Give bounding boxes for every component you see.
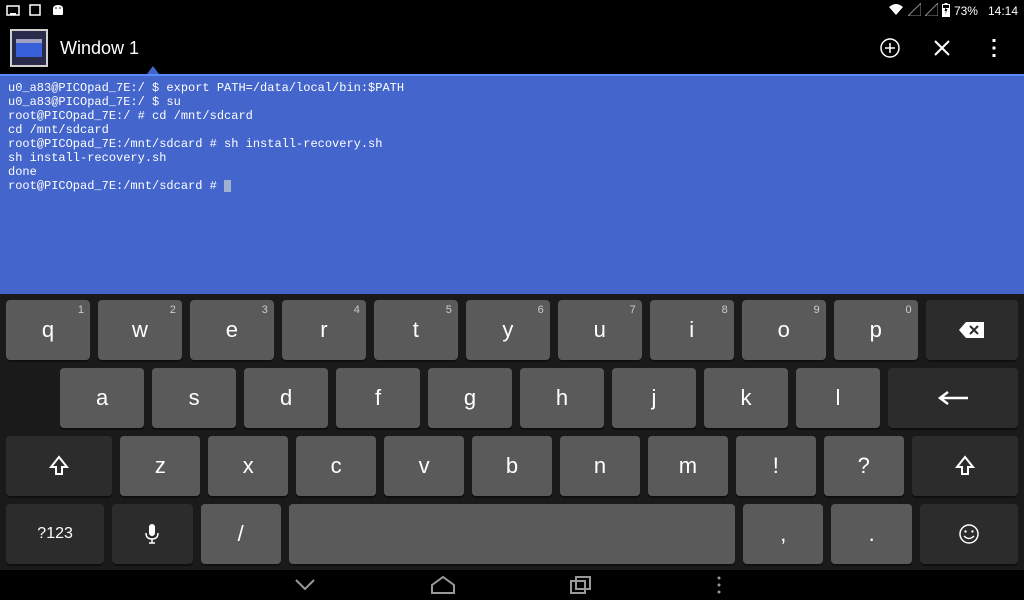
key-p[interactable]: p0 (834, 300, 918, 360)
key-n[interactable]: n (560, 436, 640, 496)
key-e[interactable]: e3 (190, 300, 274, 360)
key-q[interactable]: q1 (6, 300, 90, 360)
key-g[interactable]: g (428, 368, 512, 428)
notif-icon (6, 3, 20, 20)
notif-icon (28, 3, 42, 20)
key-r[interactable]: r4 (282, 300, 366, 360)
enter-key[interactable] (888, 368, 1018, 428)
key-s[interactable]: s (152, 368, 236, 428)
key-v[interactable]: v (384, 436, 464, 496)
battery-text: 73% (954, 4, 978, 18)
action-bar: Window 1 (0, 22, 1024, 74)
key-o[interactable]: o9 (742, 300, 826, 360)
clock: 14:14 (988, 4, 1018, 18)
navigation-bar (0, 570, 1024, 600)
key-l[interactable]: l (796, 368, 880, 428)
shift-key[interactable] (6, 436, 112, 496)
key-x[interactable]: x (208, 436, 288, 496)
close-button[interactable] (922, 28, 962, 68)
tab-indicator-icon (147, 66, 159, 74)
space-key[interactable] (289, 504, 735, 564)
hide-keyboard-button[interactable] (291, 574, 319, 596)
menu-button[interactable] (705, 574, 733, 596)
key-d[interactable]: d (244, 368, 328, 428)
key-?[interactable]: ? (824, 436, 904, 496)
backspace-key[interactable] (926, 300, 1018, 360)
voice-input-key[interactable] (112, 504, 192, 564)
key-y[interactable]: y6 (466, 300, 550, 360)
key-w[interactable]: w2 (98, 300, 182, 360)
emoji-key[interactable] (920, 504, 1018, 564)
terminal-text: u0_a83@PICOpad_7E:/ $ export PATH=/data/… (8, 81, 404, 193)
terminal-view[interactable]: u0_a83@PICOpad_7E:/ $ export PATH=/data/… (0, 74, 1024, 324)
comma-key[interactable]: , (743, 504, 823, 564)
symbols-key[interactable]: ?123 (6, 504, 104, 564)
key-k[interactable]: k (704, 368, 788, 428)
signal-icon (908, 3, 921, 19)
status-bar: 73% 14:14 (0, 0, 1024, 22)
key-![interactable]: ! (736, 436, 816, 496)
battery-icon (942, 3, 950, 20)
slash-key[interactable]: / (201, 504, 281, 564)
key-a[interactable]: a (60, 368, 144, 428)
period-key[interactable]: . (831, 504, 911, 564)
app-icon (10, 29, 48, 67)
key-h[interactable]: h (520, 368, 604, 428)
key-f[interactable]: f (336, 368, 420, 428)
home-button[interactable] (429, 574, 457, 596)
shift-key[interactable] (912, 436, 1018, 496)
key-c[interactable]: c (296, 436, 376, 496)
key-z[interactable]: z (120, 436, 200, 496)
add-window-button[interactable] (870, 28, 910, 68)
window-title[interactable]: Window 1 (60, 38, 139, 59)
key-i[interactable]: i8 (650, 300, 734, 360)
signal-icon (925, 3, 938, 19)
overflow-menu-button[interactable] (974, 28, 1014, 68)
key-m[interactable]: m (648, 436, 728, 496)
adb-icon (50, 3, 66, 20)
soft-keyboard: q1w2e3r4t5y6u7i8o9p0 asdfghjkl zxcvbnm!?… (0, 294, 1024, 570)
key-b[interactable]: b (472, 436, 552, 496)
key-u[interactable]: u7 (558, 300, 642, 360)
recent-apps-button[interactable] (567, 574, 595, 596)
cursor-icon (224, 180, 231, 192)
key-t[interactable]: t5 (374, 300, 458, 360)
wifi-icon (888, 3, 904, 20)
key-j[interactable]: j (612, 368, 696, 428)
